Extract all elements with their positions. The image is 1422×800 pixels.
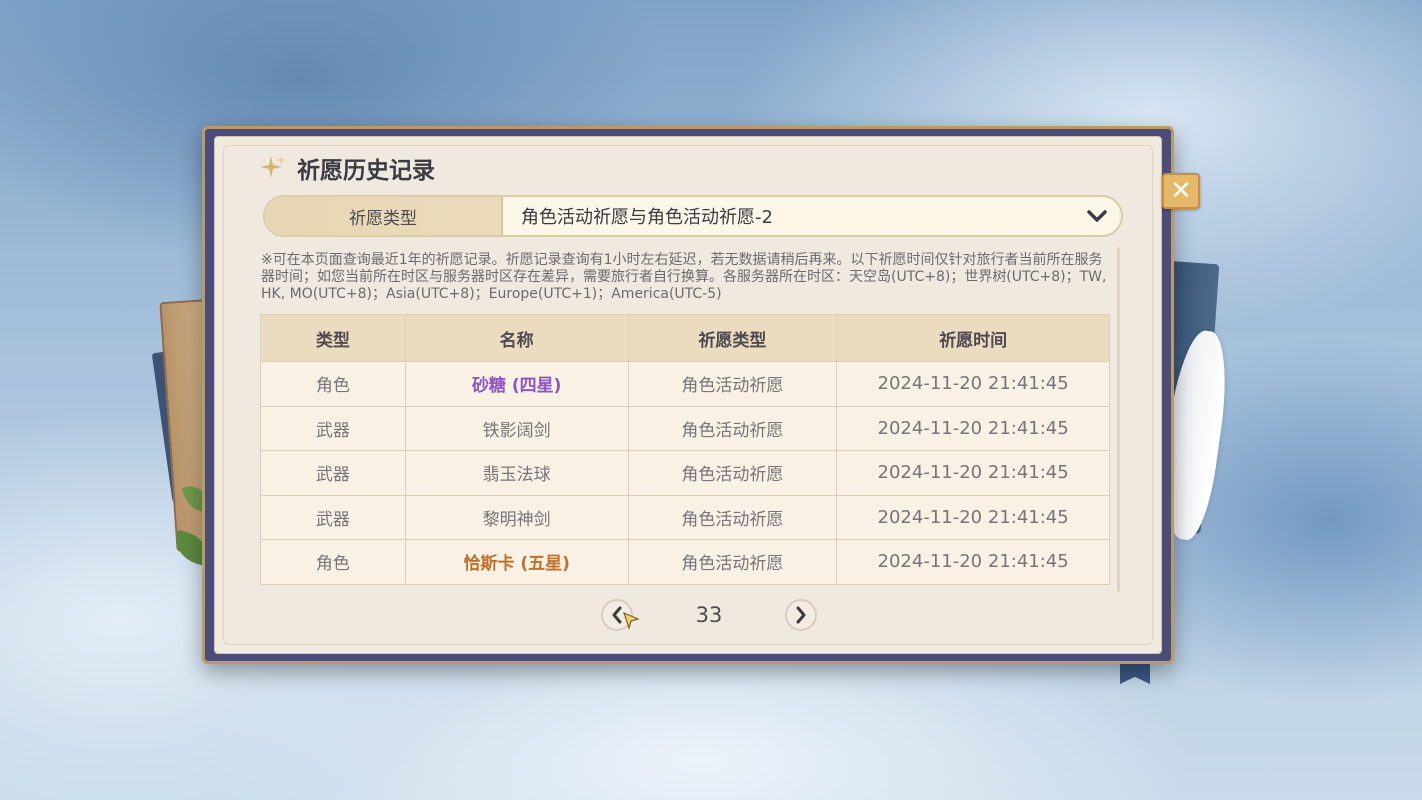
cell-banner: 角色活动祈愿 <box>627 361 838 407</box>
sparkle-icon <box>260 155 286 178</box>
notice-text: ※可在本页面查询最近1年的祈愿记录。祈愿记录查询有1小时左右延迟，若无数据请稍后… <box>261 252 1107 302</box>
column-header-banner: 祈愿类型 <box>627 314 838 362</box>
cell-banner: 角色活动祈愿 <box>627 494 838 540</box>
column-header-time: 祈愿时间 <box>836 314 1110 362</box>
table-row: 武器 黎明神剑 角色活动祈愿 2024-11-20 21:41:45 <box>260 494 1110 540</box>
cell-time: 2024-11-20 21:41:45 <box>836 405 1110 451</box>
page-number: 33 <box>695 603 723 627</box>
wish-history-table: 类型 名称 祈愿类型 祈愿时间 角色 砂糖 (四星) 角色活动祈愿 2024-11-2… <box>260 314 1110 585</box>
column-header-name: 名称 <box>404 314 629 362</box>
next-page-button[interactable] <box>785 599 817 631</box>
cell-time: 2024-11-20 21:41:45 <box>836 361 1110 407</box>
table-row: 武器 翡玉法球 角色活动祈愿 2024-11-20 21:41:45 <box>260 450 1110 496</box>
cell-type: 武器 <box>260 494 406 540</box>
cell-time: 2024-11-20 21:41:45 <box>836 494 1110 540</box>
cell-type: 武器 <box>260 405 406 451</box>
cell-name: 砂糖 (四星) <box>404 361 629 407</box>
panel-header: 祈愿历史记录 <box>259 153 435 184</box>
cell-time: 2024-11-20 21:41:45 <box>836 450 1110 496</box>
table-header-row: 类型 名称 祈愿类型 祈愿时间 <box>260 314 1110 362</box>
cell-time: 2024-11-20 21:41:45 <box>836 539 1110 585</box>
cell-name: 黎明神剑 <box>404 494 629 540</box>
wish-type-label: 祈愿类型 <box>265 197 503 235</box>
cell-name: 铁影阔剑 <box>404 405 629 451</box>
close-icon: ✕ <box>1170 176 1192 206</box>
close-button[interactable]: ✕ <box>1162 173 1200 209</box>
wish-type-selected[interactable]: 角色活动祈愿与角色活动祈愿-2 <box>503 203 1079 229</box>
chevron-right-icon <box>796 606 806 624</box>
table-row: 武器 铁影阔剑 角色活动祈愿 2024-11-20 21:41:45 <box>260 405 1110 451</box>
table-row: 角色 恰斯卡 (五星) 角色活动祈愿 2024-11-20 21:41:45 <box>260 539 1110 585</box>
cell-name: 恰斯卡 (五星) <box>404 539 629 585</box>
page-title: 祈愿历史记录 <box>297 158 435 184</box>
wish-type-dropdown[interactable]: 祈愿类型 角色活动祈愿与角色活动祈愿-2 <box>263 195 1123 237</box>
wish-history-panel: 祈愿历史记录 祈愿类型 角色活动祈愿与角色活动祈愿-2 ※可在本页面查询最近1年… <box>214 136 1162 654</box>
cell-banner: 角色活动祈愿 <box>627 405 838 451</box>
cell-banner: 角色活动祈愿 <box>627 450 838 496</box>
column-header-type: 类型 <box>260 314 406 362</box>
cell-name: 翡玉法球 <box>404 450 629 496</box>
scrollbar[interactable] <box>1117 247 1120 592</box>
table-row: 角色 砂糖 (四星) 角色活动祈愿 2024-11-20 21:41:45 <box>260 361 1110 407</box>
cell-type: 武器 <box>260 450 406 496</box>
cell-banner: 角色活动祈愿 <box>627 539 838 585</box>
cell-type: 角色 <box>260 539 406 585</box>
chevron-down-icon[interactable] <box>1079 209 1115 223</box>
cursor-icon <box>623 611 640 631</box>
cell-type: 角色 <box>260 361 406 407</box>
